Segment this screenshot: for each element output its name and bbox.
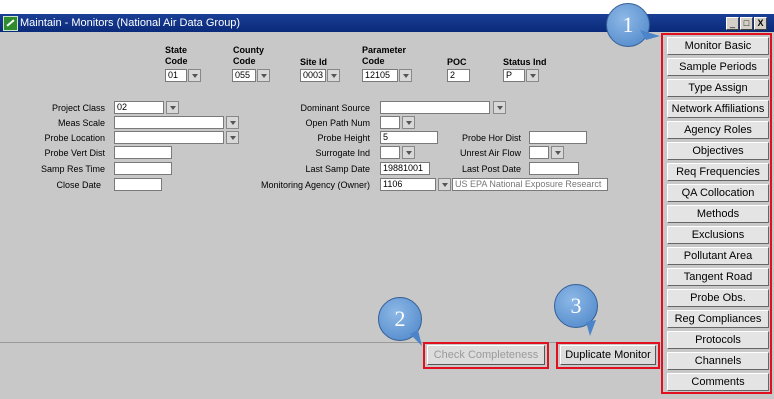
last-post-date-field[interactable]: [529, 162, 579, 175]
close-button[interactable]: X: [754, 17, 767, 30]
poc-field[interactable]: 2: [447, 69, 470, 82]
maximize-button[interactable]: □: [740, 17, 753, 30]
county-code-label: County Code: [233, 45, 264, 66]
meas-scale-field[interactable]: [114, 116, 224, 129]
open-path-num-field[interactable]: [380, 116, 400, 129]
dominant-source-dropdown[interactable]: [493, 101, 506, 114]
samp-res-time-field[interactable]: [114, 162, 172, 175]
check-completeness-highlight: [423, 342, 549, 369]
parameter-code-field[interactable]: 12105: [362, 69, 398, 82]
status-ind-field[interactable]: P: [503, 69, 525, 82]
open-path-num-dropdown[interactable]: [402, 116, 415, 129]
minimize-button[interactable]: _: [726, 17, 739, 30]
monitoring-agency-label: Monitoring Agency (Owner): [260, 180, 370, 190]
poc-label: POC: [447, 57, 467, 67]
probe-vert-dist-label: Probe Vert Dist: [44, 148, 105, 158]
project-class-label: Project Class: [51, 103, 105, 113]
probe-location-dropdown[interactable]: [226, 131, 239, 144]
dominant-source-field[interactable]: [380, 101, 490, 114]
state-code-field[interactable]: 01: [165, 69, 187, 82]
open-path-num-label: Open Path Num: [305, 118, 370, 128]
last-post-date-label: Last Post Date: [461, 164, 521, 174]
state-code-label: State Code: [165, 45, 188, 66]
probe-location-label: Probe Location: [44, 133, 105, 143]
site-id-dropdown[interactable]: [327, 69, 340, 82]
project-class-field[interactable]: 02: [114, 101, 164, 114]
unrest-air-flow-label: Unrest Air Flow: [459, 148, 521, 158]
last-samp-date-field[interactable]: 19881001: [380, 162, 430, 175]
status-ind-label: Status Ind: [503, 57, 547, 67]
surrogate-ind-field[interactable]: [380, 146, 400, 159]
county-code-field[interactable]: 055: [232, 69, 256, 82]
monitoring-agency-dropdown[interactable]: [438, 178, 451, 191]
parameter-code-label: Parameter Code: [362, 45, 407, 66]
probe-vert-dist-field[interactable]: [114, 146, 172, 159]
samp-res-time-label: Samp Res Time: [40, 164, 105, 174]
callout-2: 2: [378, 297, 422, 341]
probe-location-field[interactable]: [114, 131, 224, 144]
last-samp-date-label: Last Samp Date: [305, 164, 370, 174]
site-id-label: Site Id: [300, 57, 328, 67]
callout-1: 1: [606, 3, 650, 47]
site-id-field[interactable]: 0003: [300, 69, 326, 82]
duplicate-monitor-highlight: [556, 342, 660, 369]
close-date-field[interactable]: [114, 178, 162, 191]
monitoring-agency-code-field[interactable]: 1106: [380, 178, 436, 191]
window-title: Maintain - Monitors (National Air Data G…: [20, 17, 241, 29]
probe-height-field[interactable]: 5: [380, 131, 438, 144]
state-code-dropdown[interactable]: [188, 69, 201, 82]
sidebar-highlight: [661, 33, 772, 394]
dominant-source-label: Dominant Source: [300, 103, 370, 113]
project-class-dropdown[interactable]: [166, 101, 179, 114]
meas-scale-label: Meas Scale: [57, 118, 105, 128]
surrogate-ind-label: Surrogate Ind: [315, 148, 370, 158]
app-icon: [3, 16, 18, 31]
probe-height-label: Probe Height: [317, 133, 370, 143]
status-ind-dropdown[interactable]: [526, 69, 539, 82]
callout-3: 3: [554, 284, 598, 328]
close-date-label: Close Date: [56, 180, 101, 190]
monitoring-agency-name-field: US EPA National Exposure Researct: [452, 178, 608, 191]
probe-hor-dist-field[interactable]: [529, 131, 587, 144]
unrest-air-flow-field[interactable]: [529, 146, 549, 159]
county-code-dropdown[interactable]: [257, 69, 270, 82]
probe-hor-dist-label: Probe Hor Dist: [461, 133, 521, 143]
meas-scale-dropdown[interactable]: [226, 116, 239, 129]
parameter-code-dropdown[interactable]: [399, 69, 412, 82]
surrogate-ind-dropdown[interactable]: [402, 146, 415, 159]
unrest-air-flow-dropdown[interactable]: [551, 146, 564, 159]
title-bar: Maintain - Monitors (National Air Data G…: [0, 14, 774, 32]
